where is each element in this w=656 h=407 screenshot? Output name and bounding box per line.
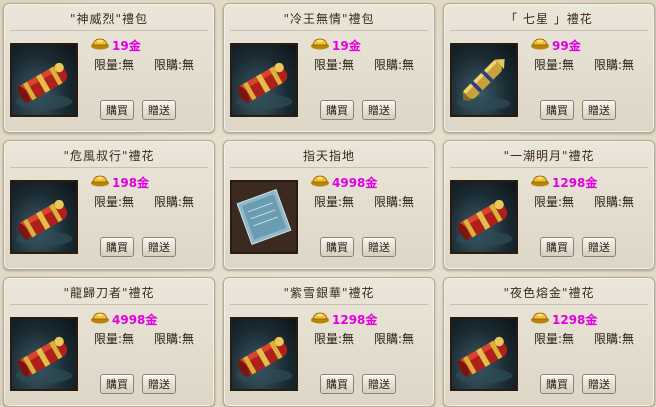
title-divider — [230, 167, 428, 168]
gold-ingot-icon — [90, 36, 110, 50]
title-divider — [230, 30, 428, 31]
item-price: 4998金 — [112, 313, 158, 327]
gift-button[interactable]: 贈送 — [142, 100, 176, 120]
title-divider — [10, 167, 208, 168]
item-title: "冷王無情"禮包 — [283, 12, 375, 26]
gold-ingot-icon — [530, 173, 550, 187]
item-price: 1298金 — [332, 313, 378, 327]
gold-ingot-icon — [310, 36, 330, 50]
item-card: "危風叔行"禮花 198金限量:無 限購:無購買 贈送 — [3, 140, 215, 270]
title-divider — [10, 30, 208, 31]
buy-button[interactable]: 購買 — [100, 100, 134, 120]
item-card: "龍歸刀者"禮花 4998金限量:無 限購:無購買 贈送 — [3, 277, 215, 407]
item-price: 19金 — [332, 39, 361, 53]
limit-purchase-label: 限購:無 — [154, 195, 195, 209]
item-price: 19金 — [112, 39, 141, 53]
gold-ingot-icon — [310, 173, 330, 187]
gold-ingot-icon — [310, 310, 330, 324]
buy-button[interactable]: 購買 — [100, 237, 134, 257]
gold-ingot-icon — [530, 310, 550, 324]
red-gold-package-icon[interactable] — [10, 180, 78, 254]
gift-button[interactable]: 贈送 — [142, 374, 176, 394]
limit-quantity-label: 限量:無 — [314, 195, 355, 209]
red-gold-package-icon[interactable] — [10, 317, 78, 391]
limit-purchase-label: 限購:無 — [374, 58, 415, 72]
limit-quantity-label: 限量:無 — [94, 332, 135, 346]
title-divider — [450, 167, 648, 168]
gift-button[interactable]: 贈送 — [362, 237, 396, 257]
item-title: "龍歸刀者"禮花 — [63, 286, 155, 300]
item-title: "一潮明月"禮花 — [503, 149, 595, 163]
limit-quantity-label: 限量:無 — [314, 58, 355, 72]
limit-purchase-label: 限購:無 — [154, 332, 195, 346]
item-price: 198金 — [112, 176, 150, 190]
gold-ingot-icon — [90, 173, 110, 187]
item-card: "神威烈"禮包 19金限量:無 限購:無購買 贈送 — [3, 3, 215, 133]
gift-button[interactable]: 贈送 — [582, 374, 616, 394]
limit-purchase-label: 限購:無 — [374, 195, 415, 209]
item-title: 「 七星 」禮花 — [505, 12, 593, 26]
item-card: 「 七星 」禮花 99金限量:無 限購:無購買 贈送 — [443, 3, 655, 133]
item-title: "神威烈"禮包 — [69, 12, 149, 26]
item-card: "冷王無情"禮包 19金限量:無 限購:無購買 贈送 — [223, 3, 435, 133]
gift-button[interactable]: 贈送 — [142, 237, 176, 257]
gift-button[interactable]: 贈送 — [362, 374, 396, 394]
gift-button[interactable]: 贈送 — [582, 237, 616, 257]
buy-button[interactable]: 購買 — [540, 237, 574, 257]
item-title: "紫雪銀華"禮花 — [283, 286, 375, 300]
title-divider — [450, 30, 648, 31]
red-gold-package-icon[interactable] — [450, 317, 518, 391]
item-card: "一潮明月"禮花 1298金限量:無 限購:無購買 贈送 — [443, 140, 655, 270]
item-price: 99金 — [552, 39, 581, 53]
limit-quantity-label: 限量:無 — [534, 195, 575, 209]
buy-button[interactable]: 購買 — [320, 100, 354, 120]
limit-purchase-label: 限購:無 — [594, 58, 635, 72]
title-divider — [230, 304, 428, 305]
shop-grid: "神威烈"禮包 19金 限量:無 限購:無 購買 贈送 "冷王無情"禮包 19金 限量:無 限購:… — [0, 0, 656, 407]
item-title: "危風叔行"禮花 — [63, 149, 155, 163]
gift-button[interactable]: 贈送 — [362, 100, 396, 120]
limit-quantity-label: 限量:無 — [534, 332, 575, 346]
limit-purchase-label: 限購:無 — [374, 332, 415, 346]
limit-purchase-label: 限購:無 — [594, 195, 635, 209]
golden-firework-icon[interactable] — [450, 43, 518, 117]
limit-quantity-label: 限量:無 — [534, 58, 575, 72]
gift-button[interactable]: 贈送 — [582, 100, 616, 120]
buy-button[interactable]: 購買 — [540, 100, 574, 120]
item-price: 1298金 — [552, 176, 598, 190]
buy-button[interactable]: 購買 — [320, 374, 354, 394]
item-title: "夜色熔金"禮花 — [503, 286, 595, 300]
title-divider — [450, 304, 648, 305]
gold-ingot-icon — [530, 36, 550, 50]
buy-button[interactable]: 購買 — [100, 374, 134, 394]
item-price: 1298金 — [552, 313, 598, 327]
limit-quantity-label: 限量:無 — [94, 58, 135, 72]
buy-button[interactable]: 購買 — [540, 374, 574, 394]
buy-button[interactable]: 購買 — [320, 237, 354, 257]
limit-purchase-label: 限購:無 — [594, 332, 635, 346]
limit-purchase-label: 限購:無 — [154, 58, 195, 72]
item-price: 4998金 — [332, 176, 378, 190]
gold-ingot-icon — [90, 310, 110, 324]
item-title: 指天指地 — [302, 149, 355, 163]
blue-scroll-icon[interactable] — [230, 180, 298, 254]
item-card: "夜色熔金"禮花 1298金限量:無 限購:無購買 贈送 — [443, 277, 655, 407]
limit-quantity-label: 限量:無 — [314, 332, 355, 346]
red-gold-package-icon[interactable] — [230, 317, 298, 391]
item-card: 指天指地 4998金限量:無 限購:無購買 贈送 — [223, 140, 435, 270]
red-gold-package-icon[interactable] — [230, 43, 298, 117]
limit-quantity-label: 限量:無 — [94, 195, 135, 209]
item-card: "紫雪銀華"禮花 1298金限量:無 限購:無購買 贈送 — [223, 277, 435, 407]
title-divider — [10, 304, 208, 305]
red-gold-package-icon[interactable] — [450, 180, 518, 254]
red-gold-package-icon[interactable] — [10, 43, 78, 117]
